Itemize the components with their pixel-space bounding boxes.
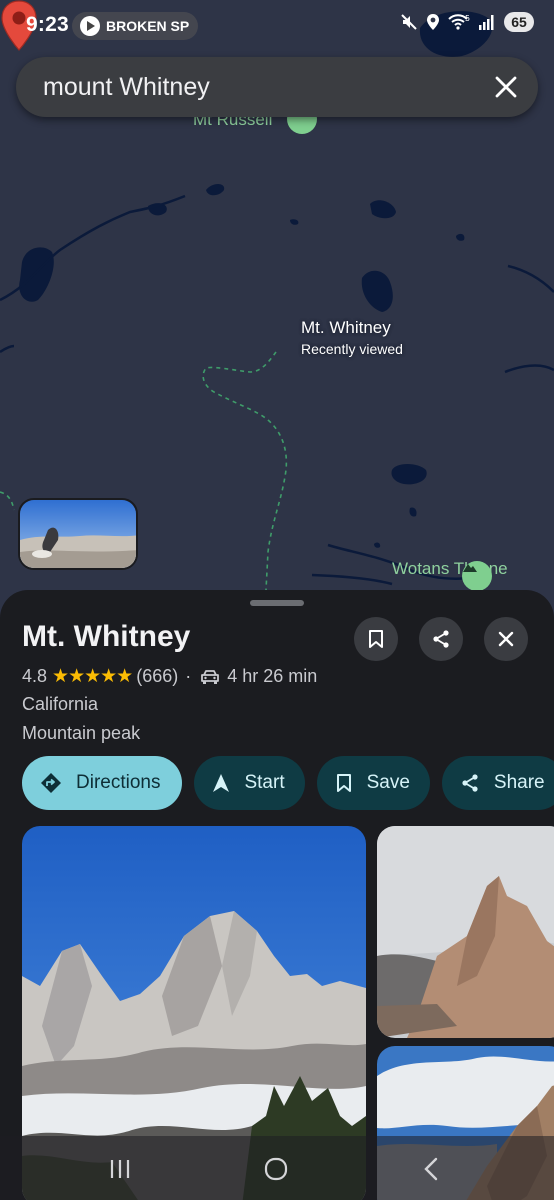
recent-apps-icon[interactable]: [106, 1156, 134, 1182]
back-icon[interactable]: [418, 1156, 446, 1182]
home-icon[interactable]: [262, 1156, 290, 1182]
close-icon[interactable]: [492, 73, 520, 101]
close-sheet-button[interactable]: [484, 617, 528, 661]
media-title: BROKEN SP: [106, 18, 190, 34]
battery-indicator: 65: [504, 12, 534, 32]
share-button[interactable]: Share: [441, 756, 554, 810]
navigation-arrow-icon: [213, 774, 230, 792]
status-bar: 9:23 BROKEN SP 5 65: [0, 0, 554, 52]
place-region: California: [22, 694, 99, 714]
system-navigation-bar: [0, 1136, 554, 1200]
directions-label: Directions: [76, 772, 161, 793]
pin-title[interactable]: Mt. Whitney: [301, 318, 391, 338]
bookmark-icon: [369, 630, 383, 648]
rating-value: 4.8: [22, 666, 48, 686]
status-icons: 5 65: [400, 12, 534, 32]
place-details-sheet[interactable]: Mt. Whitney 4.8 ★★★★★ (666) · 4 hr 26 mi…: [0, 590, 554, 1200]
place-category: Mountain peak: [22, 723, 141, 743]
share-icon: [462, 774, 478, 792]
media-notification-pill[interactable]: BROKEN SP: [72, 12, 198, 40]
share-icon-button[interactable]: [419, 617, 463, 661]
save-label: Save: [366, 772, 410, 793]
action-buttons: Directions Start Save Share: [22, 756, 554, 810]
signal-icon: [479, 15, 494, 30]
directions-button[interactable]: Directions: [22, 756, 183, 810]
wifi-icon: 5: [448, 14, 470, 30]
review-count[interactable]: (666): [136, 666, 178, 687]
location-icon: [427, 14, 439, 30]
rating-row: 4.8 ★★★★★ (666) · 4 hr 26 min: [22, 665, 317, 688]
directions-icon: [41, 773, 61, 793]
network-type-text: 5: [465, 14, 470, 23]
play-icon: [80, 16, 100, 36]
drag-handle[interactable]: [250, 600, 304, 606]
search-bar[interactable]: mount Whitney: [16, 57, 538, 117]
save-button[interactable]: Save: [316, 756, 430, 810]
status-time: 9:23: [26, 13, 69, 36]
start-label: Start: [244, 772, 285, 793]
separator-dot: ·: [185, 666, 192, 686]
start-button[interactable]: Start: [194, 756, 305, 810]
mute-icon: [401, 14, 417, 30]
place-title: Mt. Whitney: [22, 620, 191, 653]
close-icon: [498, 631, 514, 647]
bookmark-icon: [336, 774, 351, 792]
drive-time: 4 hr 26 min: [227, 666, 318, 686]
place-photo[interactable]: [377, 826, 554, 1038]
car-icon: [201, 669, 220, 684]
peak-icon[interactable]: [462, 561, 492, 591]
street-view-thumbnail[interactable]: [18, 498, 138, 570]
search-input[interactable]: mount Whitney: [43, 73, 210, 102]
share-label: Share: [493, 772, 545, 793]
share-icon: [433, 630, 449, 648]
pin-subtitle: Recently viewed: [301, 341, 403, 357]
bookmark-button[interactable]: [354, 617, 398, 661]
rating-stars: ★★★★★: [52, 666, 133, 687]
